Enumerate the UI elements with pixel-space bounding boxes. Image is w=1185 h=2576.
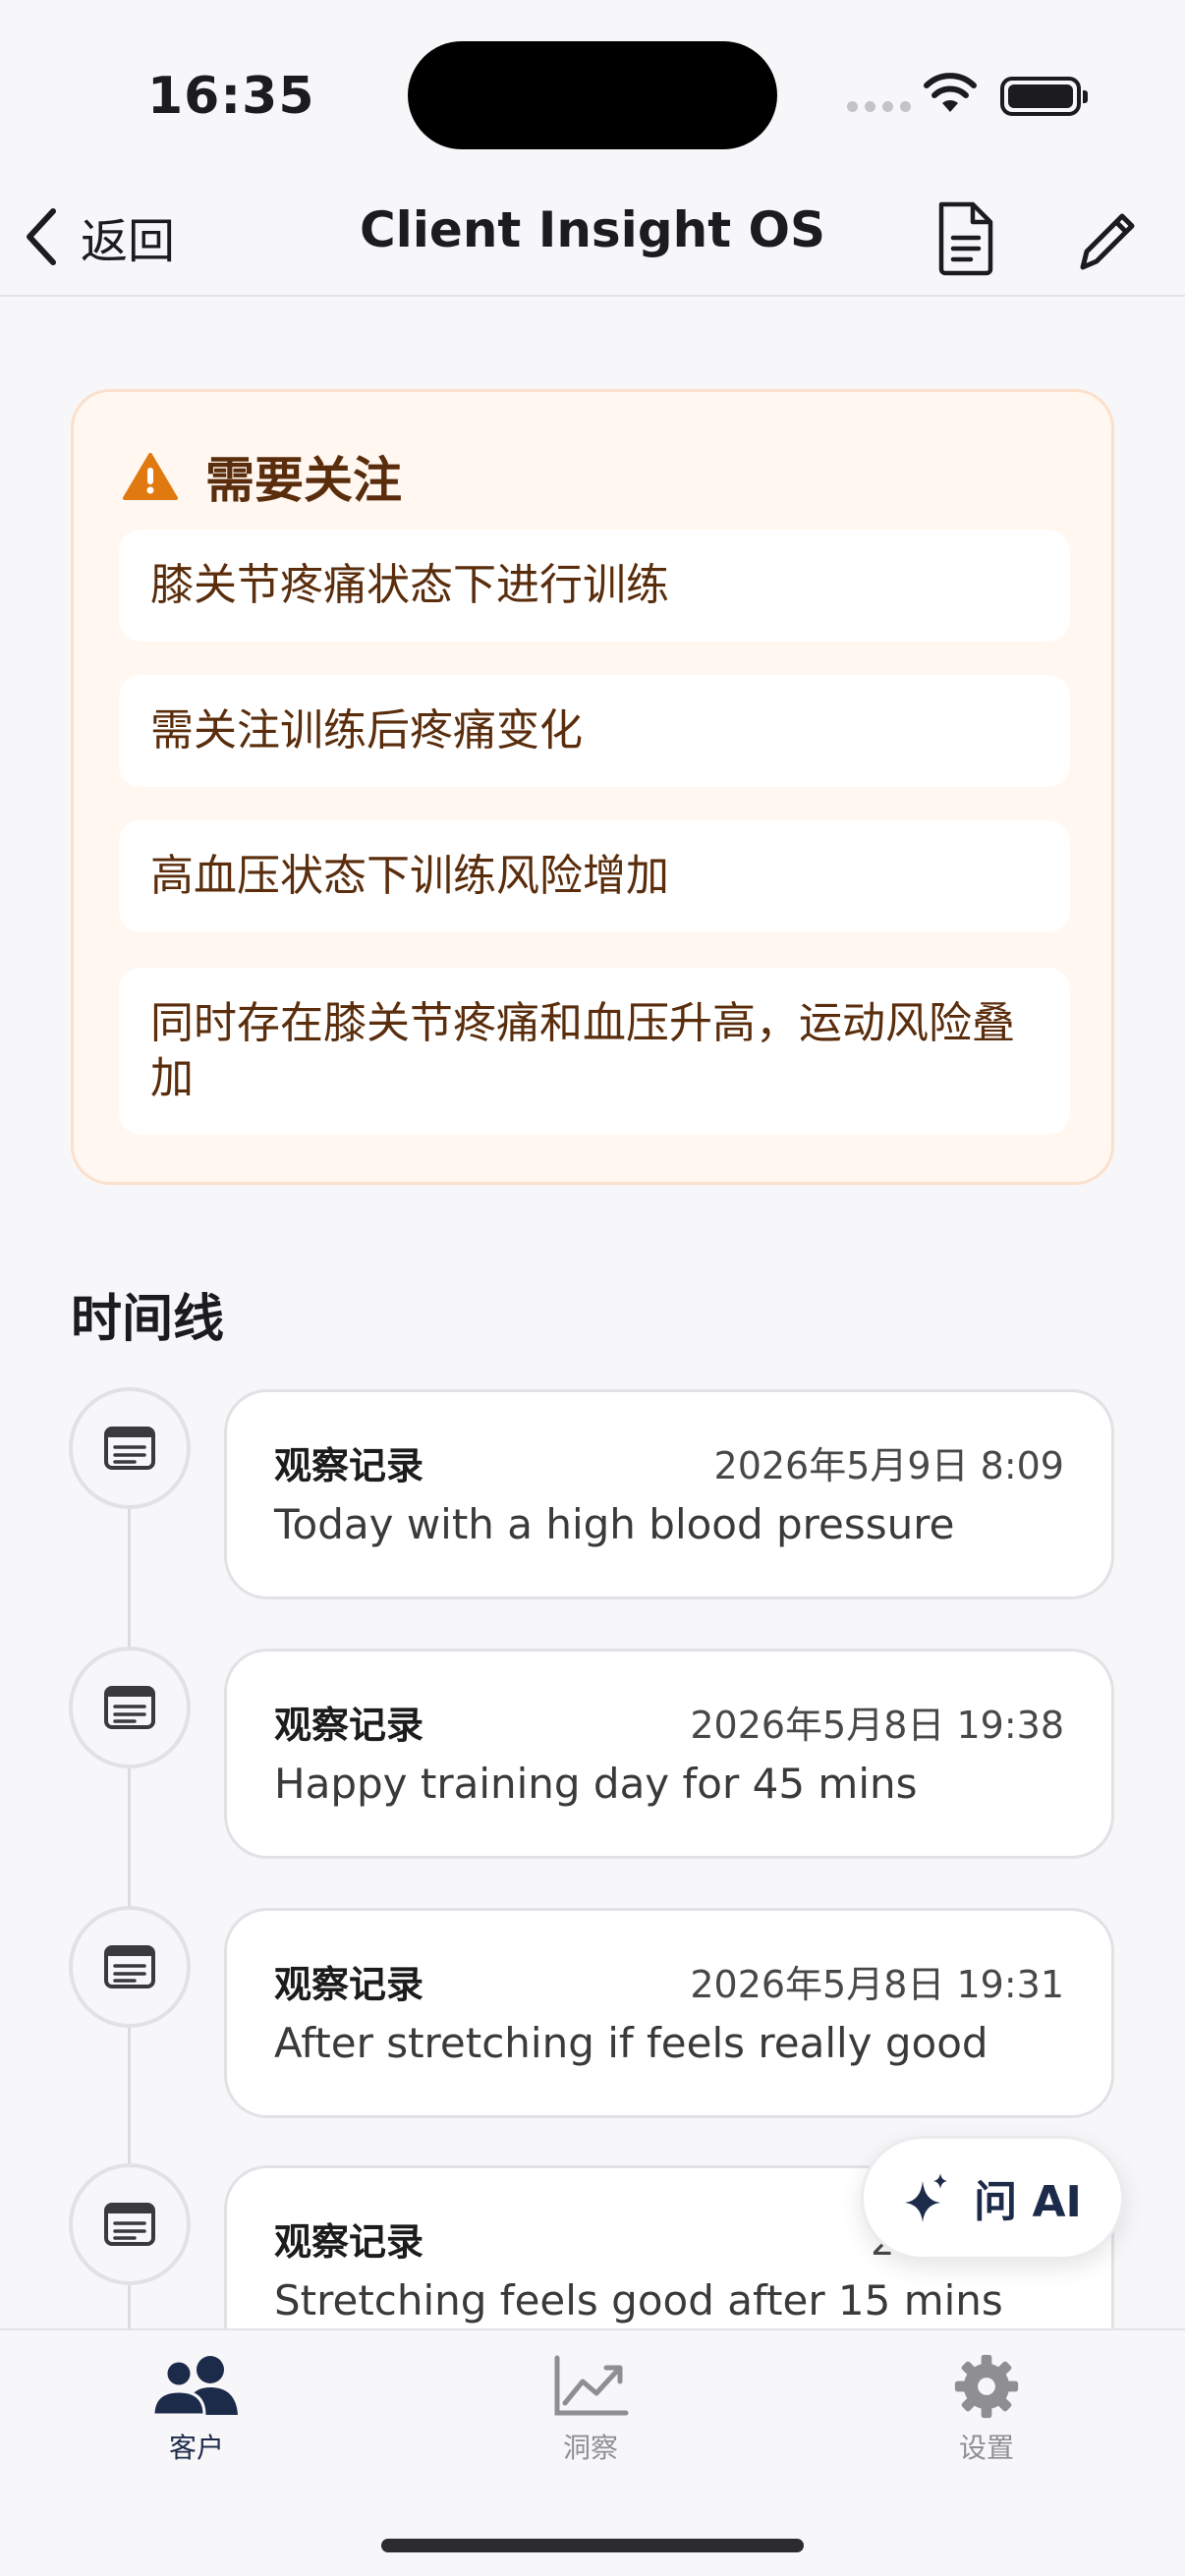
attention-item: 同时存在膝关节疼痛和血压升高，运动风险叠加	[119, 968, 1070, 1135]
note-icon	[69, 1387, 191, 1509]
navigation-bar: 返回 Client Insight OS	[0, 177, 1185, 297]
ask-ai-button[interactable]: 问 AI	[861, 2136, 1124, 2260]
ask-ai-label: 问 AI	[974, 2177, 1082, 2227]
attention-header: 需要关注	[123, 441, 402, 512]
gear-icon	[954, 2354, 1019, 2419]
tab-settings[interactable]: 设置	[888, 2354, 1085, 2466]
home-indicator[interactable]	[381, 2539, 804, 2552]
timeline-entry-card[interactable]: 观察记录 2026年5月8日 19:38 Happy training day …	[224, 1649, 1114, 1859]
entry-type: 观察记录	[274, 1963, 424, 2006]
people-icon	[151, 2356, 238, 2417]
entry-text: Stretching feels good after 15 mins	[274, 2276, 1003, 2324]
timeline-entry-card[interactable]: 观察记录 2026年5月8日 19:31 After stretching if…	[224, 1908, 1114, 2118]
note-icon	[69, 1906, 191, 2028]
attention-card: 需要关注 膝关节疼痛状态下进行训练 需关注训练后疼痛变化 高血压状态下训练风险增…	[71, 389, 1114, 1185]
note-icon	[69, 2163, 191, 2285]
status-time: 16:35	[147, 67, 315, 126]
dynamic-island	[408, 41, 777, 149]
chart-icon	[554, 2355, 629, 2416]
entry-text: Today with a high blood pressure	[274, 1500, 955, 1548]
timeline-title: 时间线	[71, 1290, 225, 1349]
tab-label: 客户	[168, 2432, 224, 2464]
entry-type: 观察记录	[274, 1704, 424, 1747]
entry-date: 2026年5月8日 19:31	[690, 1963, 1064, 2006]
wifi-icon	[924, 73, 977, 112]
cellular-signal-icon	[847, 101, 911, 112]
attention-item: 高血压状态下训练风险增加	[119, 820, 1070, 932]
status-bar: 16:35	[0, 0, 1185, 177]
battery-icon	[1000, 77, 1088, 116]
document-icon[interactable]	[931, 198, 1000, 277]
entry-type: 观察记录	[274, 1444, 424, 1487]
entry-date: 2026年5月9日 8:09	[713, 1444, 1064, 1487]
entry-text: After stretching if feels really good	[274, 2019, 988, 2067]
attention-title: 需要关注	[205, 452, 402, 509]
warning-triangle-icon	[123, 453, 178, 500]
entry-type: 观察记录	[274, 2220, 424, 2264]
note-icon	[69, 1647, 191, 1768]
edit-pencil-icon[interactable]	[1071, 198, 1144, 277]
entry-text: Happy training day for 45 mins	[274, 1760, 918, 1808]
page-title: Client Insight OS	[359, 201, 826, 258]
attention-item: 需关注训练后疼痛变化	[119, 675, 1070, 787]
attention-item: 膝关节疼痛状态下进行训练	[119, 530, 1070, 642]
timeline-entry-card[interactable]: 观察记录 2026年5月9日 8:09 Today with a high bl…	[224, 1389, 1114, 1599]
entry-date: 2026年5月8日 19:38	[690, 1704, 1064, 1747]
tab-label: 设置	[958, 2432, 1014, 2464]
tab-label: 洞察	[562, 2432, 618, 2464]
tab-insights[interactable]: 洞察	[492, 2354, 689, 2466]
tab-clients[interactable]: 客户	[98, 2354, 295, 2466]
sparkle-icon	[905, 2173, 948, 2222]
